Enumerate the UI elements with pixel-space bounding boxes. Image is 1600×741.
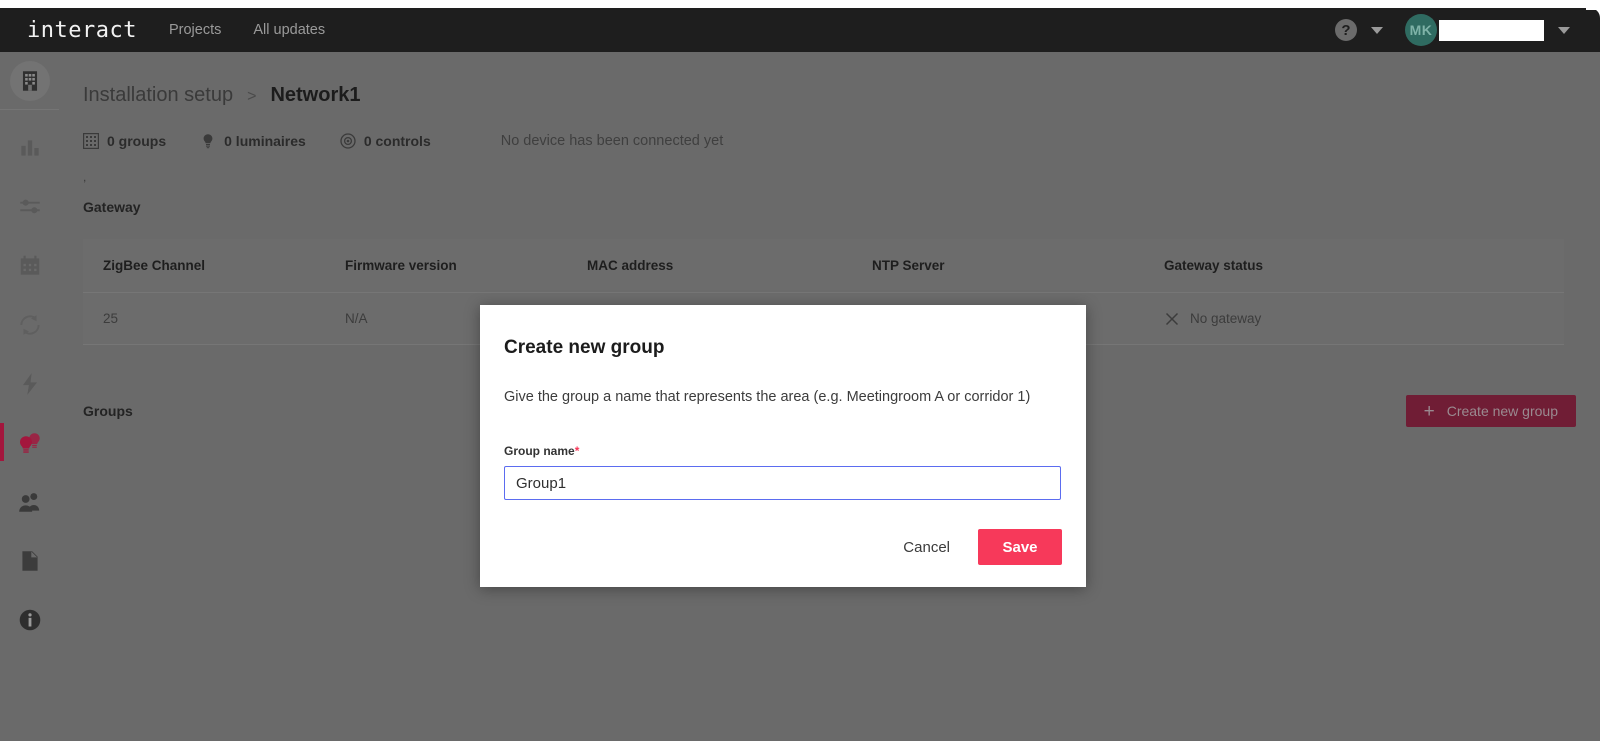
page-title: Network1 <box>270 84 361 106</box>
breadcrumb: Installation setup > Network1 <box>83 84 1600 107</box>
top-right-corner-mask <box>1586 0 1600 10</box>
stat-luminaires: 0 luminaires <box>200 133 306 149</box>
refresh-icon <box>19 314 40 335</box>
account-name-field[interactable] <box>1439 19 1544 41</box>
column-header-firmware-version: Firmware version <box>345 258 457 273</box>
calendar-icon <box>20 255 39 275</box>
group-name-label-text: Group name <box>504 444 575 459</box>
document-icon <box>21 550 38 571</box>
close-x-icon <box>1165 312 1179 325</box>
dialog-title: Create new group <box>504 337 665 358</box>
top-bar-right-cluster: ? MK <box>1335 14 1600 46</box>
lightbulb-icon <box>203 134 213 149</box>
column-header-mac-address: MAC address <box>587 258 674 273</box>
stat-luminaires-label: 0 luminaires <box>224 133 306 149</box>
no-device-note: No device has been connected yet <box>500 133 724 149</box>
help-icon[interactable]: ? <box>1335 19 1357 41</box>
app-root: interact Projects All updates ? MK Insta… <box>0 0 1600 741</box>
sidebar-item-users[interactable] <box>0 472 59 531</box>
group-name-input[interactable] <box>504 466 1061 501</box>
sidebar-item-documents[interactable] <box>0 531 59 590</box>
gateway-table-header: ZigBee Channel Firmware version MAC addr… <box>83 239 1564 293</box>
account-chevron-down-icon[interactable] <box>1558 26 1570 34</box>
sidebar-item-sync[interactable] <box>0 295 59 354</box>
create-new-group-button[interactable]: + Create new group <box>1405 395 1576 427</box>
help-chevron-down-icon[interactable] <box>1371 26 1383 34</box>
stat-controls: 0 controls <box>340 133 431 149</box>
nav-all-updates[interactable]: All updates <box>251 18 327 42</box>
sliders-icon <box>19 199 40 213</box>
create-new-group-label: Create new group <box>1446 403 1558 419</box>
column-header-zigbee-channel: ZigBee Channel <box>103 258 206 273</box>
sidebar-item-settings[interactable] <box>0 177 59 236</box>
dialog-actions: Cancel Save <box>893 529 1062 565</box>
interact-logo: interact <box>27 17 137 43</box>
stray-comma-artifact: , <box>83 170 87 184</box>
dialog-description: Give the group a name that represents th… <box>504 389 1031 405</box>
sidebar-item-energy[interactable] <box>0 354 59 413</box>
column-header-gateway-status: Gateway status <box>1164 258 1264 273</box>
network-stats: 0 groups 0 luminaires 0 controls No devi… <box>83 133 1600 149</box>
top-navigation-bar: interact Projects All updates ? MK <box>0 8 1600 52</box>
control-sensor-icon <box>340 133 356 149</box>
sidebar-item-info[interactable] <box>0 590 59 649</box>
people-icon <box>18 492 39 512</box>
group-name-label: Group name* <box>504 444 1062 458</box>
lightbulbs-icon <box>19 432 40 453</box>
required-marker: * <box>574 444 580 459</box>
lightning-bolt-icon <box>22 372 37 395</box>
cancel-button[interactable]: Cancel <box>893 531 960 564</box>
gateway-section-title: Gateway <box>83 199 141 215</box>
column-header-ntp-server: NTP Server <box>872 258 945 273</box>
breadcrumb-parent[interactable]: Installation setup <box>83 84 233 107</box>
bar-chart-icon <box>20 139 39 156</box>
create-new-group-dialog: Create new group Give the group a name t… <box>480 305 1086 587</box>
sidebar-item-building[interactable] <box>0 52 59 110</box>
sidebar-item-schedule[interactable] <box>0 236 59 295</box>
stat-controls-label: 0 controls <box>363 133 431 149</box>
top-nav-links: Projects All updates <box>167 18 327 42</box>
save-button[interactable]: Save <box>978 529 1062 565</box>
sidebar-item-lighting[interactable] <box>0 413 59 472</box>
gateway-status-text: No gateway <box>1190 311 1262 326</box>
avatar[interactable]: MK <box>1405 14 1437 46</box>
nav-projects[interactable]: Projects <box>167 18 223 42</box>
groups-section-title: Groups <box>83 403 133 419</box>
left-sidebar <box>0 52 59 741</box>
grid-icon <box>83 133 99 149</box>
plus-icon: + <box>1423 400 1435 422</box>
stat-groups-label: 0 groups <box>107 133 167 149</box>
stat-groups: 0 groups <box>83 133 166 149</box>
cell-gateway-status: No gateway <box>1144 311 1524 327</box>
breadcrumb-separator: > <box>247 88 257 105</box>
building-icon <box>22 70 37 91</box>
sidebar-items <box>0 110 59 649</box>
sidebar-item-reports[interactable] <box>0 118 59 177</box>
info-icon <box>19 609 40 630</box>
cell-zigbee-channel: 25 <box>103 311 119 326</box>
